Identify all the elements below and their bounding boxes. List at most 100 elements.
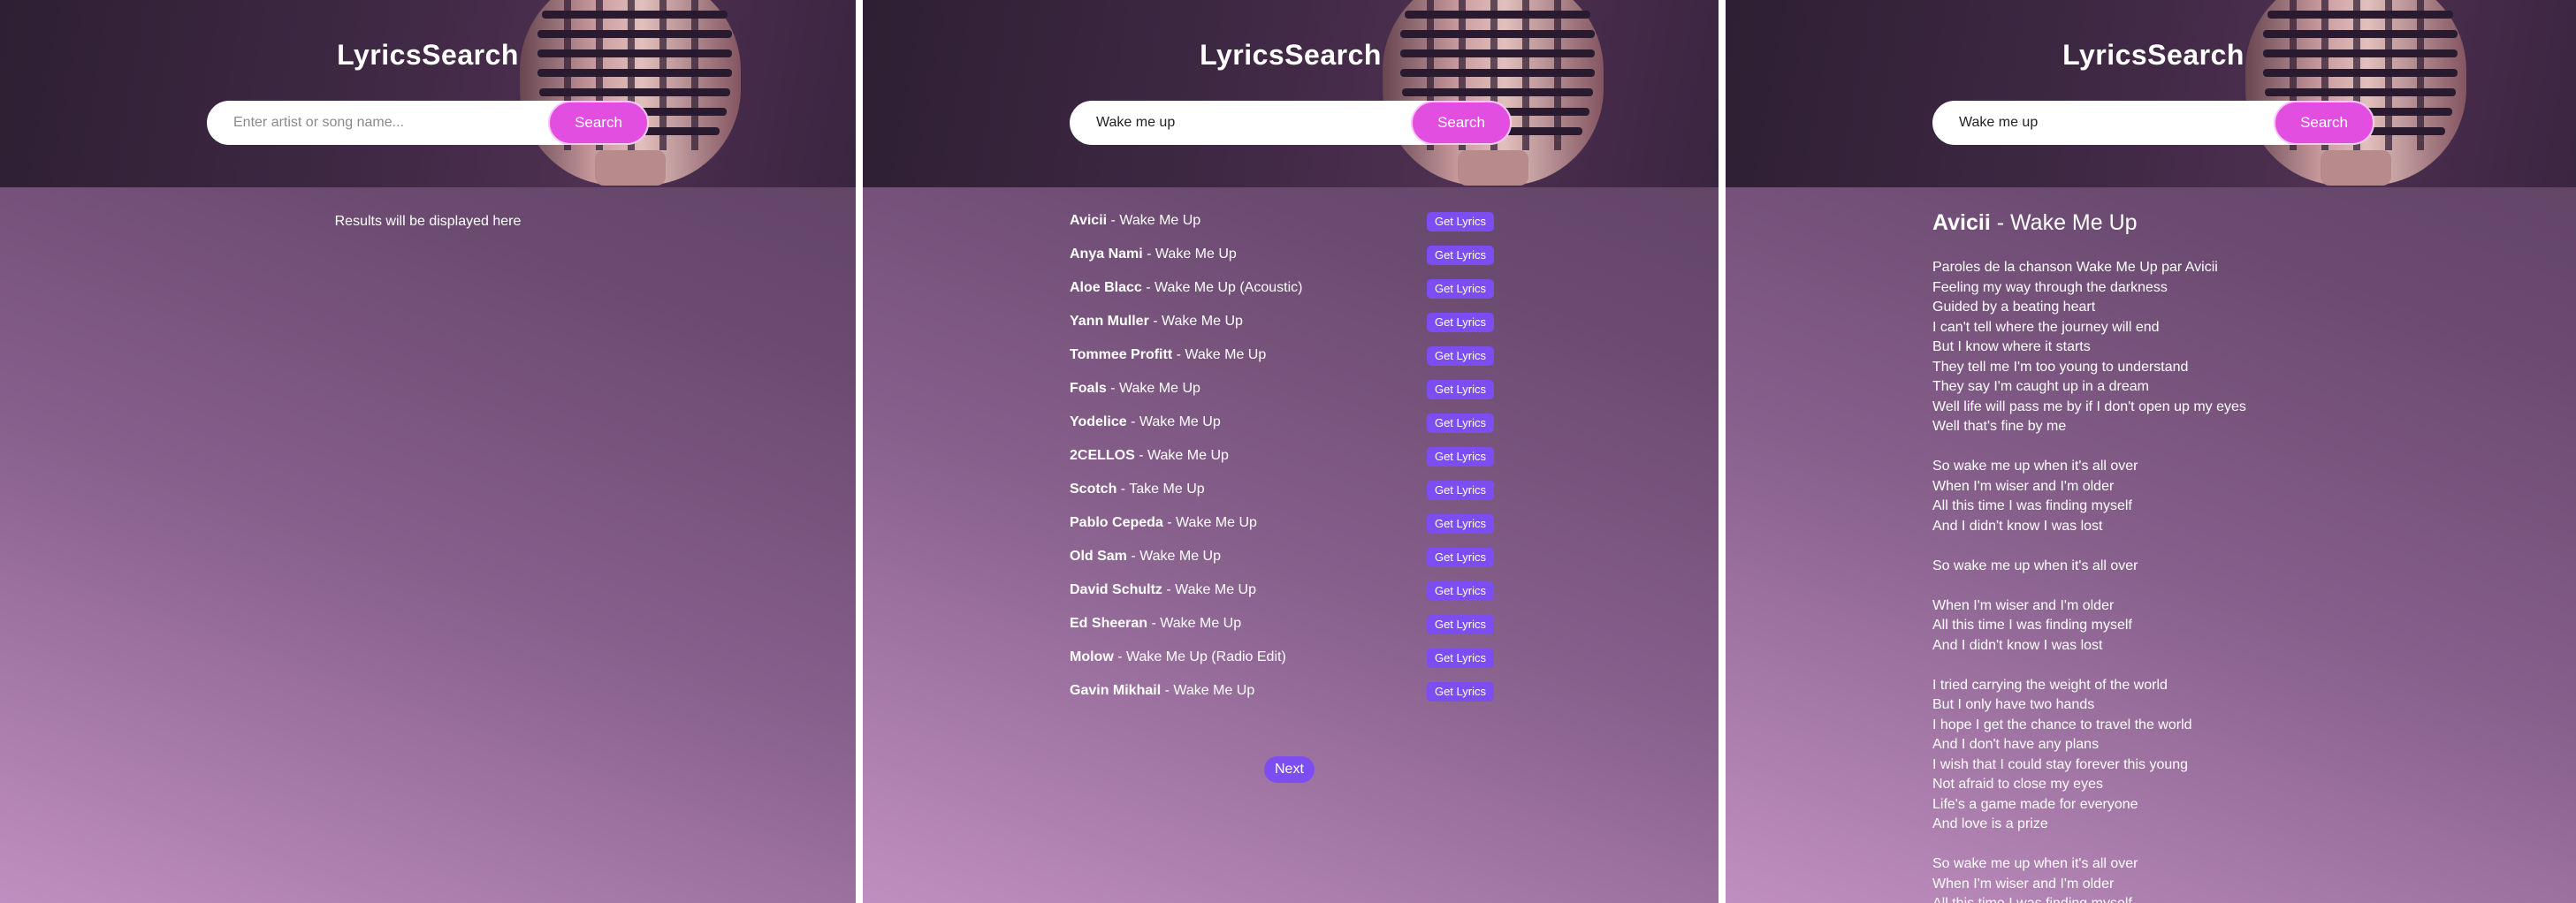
result-row: Gavin Mikhail - Wake Me Up Get Lyrics <box>1070 674 1494 708</box>
result-artist: Pablo Cepeda <box>1070 515 1163 530</box>
lyrics-artist: Avicii <box>1932 210 1991 235</box>
lyric-line: But I only have two hands <box>1932 697 2095 712</box>
stanza-break <box>1932 437 2498 458</box>
panel-search-results: LyricsSearch Search Avicii - Wake Me UpG… <box>863 0 1719 903</box>
get-lyrics-button[interactable]: Get Lyrics <box>1426 682 1494 702</box>
result-title: Wake Me Up <box>1155 247 1237 262</box>
lyrics-song-title: Wake Me Up <box>2010 210 2138 235</box>
result-artist: Foals <box>1070 381 1107 396</box>
lyric-line: I tried carrying the weight of the world <box>1932 677 2168 693</box>
get-lyrics-button[interactable]: Get Lyrics <box>1426 481 1494 500</box>
get-lyrics-button[interactable]: Get Lyrics <box>1426 212 1494 231</box>
result-row: Yodelice - Wake Me Up Get Lyrics <box>1070 406 1494 439</box>
lyric-line: Well life will pass me by if I don't ope… <box>1932 398 2246 414</box>
result-row: Yann Muller - Wake Me Up Get Lyrics <box>1070 305 1494 338</box>
search-button[interactable]: Search <box>2274 101 2374 145</box>
result-title: Wake Me Up <box>1160 616 1242 631</box>
lyric-line: All this time I was finding myself <box>1932 618 2132 633</box>
result-separator: - <box>1141 280 1155 295</box>
lyric-line: I can't tell where the journey will end <box>1932 319 2160 335</box>
header: LyricsSearch Search <box>0 0 856 187</box>
result-title: Wake Me Up <box>1147 448 1229 463</box>
lyric-line: When I'm wiser and I'm older <box>1932 478 2115 494</box>
lyric-line: Life's a game made for everyone <box>1932 796 2138 812</box>
result-row: Pablo Cepeda - Wake Me Up Get Lyrics <box>1070 506 1494 540</box>
lyric-line: And I don't have any plans <box>1932 737 2100 752</box>
panel-empty-state: LyricsSearch Search Results will be disp… <box>0 0 856 903</box>
lyric-line: So wake me up when it's all over <box>1932 558 2138 573</box>
lyric-line: All this time I was finding myself <box>1932 894 2498 903</box>
lyric-line: And I didn't know I was lost <box>1932 518 2103 534</box>
get-lyrics-button[interactable]: Get Lyrics <box>1426 581 1494 601</box>
result-artist: Molow <box>1070 649 1114 664</box>
get-lyrics-button[interactable]: Get Lyrics <box>1426 313 1494 332</box>
get-lyrics-button[interactable]: Get Lyrics <box>1426 447 1494 467</box>
lyrics-separator: - <box>1990 210 2010 235</box>
search-input[interactable] <box>207 101 552 145</box>
get-lyrics-button[interactable]: Get Lyrics <box>1426 615 1494 634</box>
result-row: Molow - Wake Me Up (Radio Edit) Get Lyric… <box>1070 641 1494 674</box>
result-separator: - <box>1142 247 1155 262</box>
stanza-break <box>1932 656 2498 676</box>
lyric-line: Paroles de la chanson Wake Me Up par Avi… <box>1932 260 2218 275</box>
result-title: Wake Me Up <box>1119 381 1200 396</box>
lyric-line: They tell me I'm too young to understand <box>1932 359 2189 375</box>
get-lyrics-button[interactable]: Get Lyrics <box>1426 548 1494 567</box>
result-separator: - <box>1148 314 1162 329</box>
get-lyrics-button[interactable]: Get Lyrics <box>1426 514 1494 534</box>
header: LyricsSearch Search <box>1726 0 2576 187</box>
get-lyrics-button[interactable]: Get Lyrics <box>1426 414 1494 433</box>
result-row: David Schultz - Wake Me Up Get Lyrics <box>1070 573 1494 607</box>
result-title: Wake Me Up <box>1185 347 1267 362</box>
lyric-line: And I didn't know I was lost <box>1932 637 2103 653</box>
panel-lyrics: LyricsSearch Search Avicii - Wake Me Up … <box>1726 0 2576 903</box>
get-lyrics-button[interactable]: Get Lyrics <box>1426 346 1494 366</box>
header: LyricsSearch Search <box>863 0 1719 187</box>
result-row: Foals - Wake Me Up Get Lyrics <box>1070 372 1494 406</box>
result-separator: - <box>1126 414 1139 429</box>
lyric-line: Not afraid to close my eyes <box>1932 777 2103 792</box>
result-separator: - <box>1117 482 1130 497</box>
result-title: Wake Me Up (Radio Edit) <box>1125 649 1286 664</box>
lyric-line: And love is a prize <box>1932 816 2048 831</box>
lyric-line: So wake me up when it's all over <box>1932 856 2138 871</box>
lyric-line: They say I'm caught up in a dream <box>1932 379 2149 394</box>
stanza-break <box>1932 576 2498 596</box>
app-title: LyricsSearch <box>2062 39 2244 71</box>
result-separator: - <box>1147 616 1161 631</box>
result-row: Avicii - Wake Me Up Get Lyrics <box>1070 204 1494 238</box>
search-input[interactable] <box>1932 101 2277 145</box>
result-artist: Gavin Mikhail <box>1070 683 1162 698</box>
app-title: LyricsSearch <box>1200 39 1382 71</box>
search-input[interactable] <box>1070 101 1414 145</box>
result-artist: Avicii <box>1070 213 1108 228</box>
lyrics-body: Paroles de la chanson Wake Me Up par Avi… <box>1932 258 2498 903</box>
lyric-line: Well that's fine by me <box>1932 419 2067 434</box>
get-lyrics-button[interactable]: Get Lyrics <box>1426 279 1494 299</box>
result-separator: - <box>1162 515 1177 530</box>
result-row: Aloe Blacc - Wake Me Up (Acoustic) Get Ly… <box>1070 271 1494 305</box>
result-separator: - <box>1107 213 1120 228</box>
search-button[interactable]: Search <box>1411 101 1512 145</box>
result-separator: - <box>1161 683 1174 698</box>
get-lyrics-button[interactable]: Get Lyrics <box>1426 380 1494 399</box>
result-separator: - <box>1126 549 1140 564</box>
lyric-line: Feeling my way through the darkness <box>1932 279 2168 295</box>
results-list: Avicii - Wake Me Up Get Lyrics Anya Nami -… <box>1070 204 1494 708</box>
result-row: Anya Nami - Wake Me Up Get Lyrics <box>1070 238 1494 271</box>
next-button[interactable]: Next <box>1264 756 1315 783</box>
result-row: Scotch - Take Me Up Get Lyrics <box>1070 473 1494 506</box>
search-bar: Search <box>1070 101 1512 145</box>
get-lyrics-button[interactable]: Get Lyrics <box>1426 246 1494 265</box>
search-button[interactable]: Search <box>548 101 649 145</box>
result-separator: - <box>1172 347 1185 362</box>
result-title: Wake Me Up <box>1173 683 1255 698</box>
lyric-line: But I know where it starts <box>1932 339 2091 354</box>
result-title: Wake Me Up (Acoustic) <box>1155 280 1303 295</box>
app-title: LyricsSearch <box>337 39 519 71</box>
result-row: 2CELLOS - Wake Me Up Get Lyrics <box>1070 439 1494 473</box>
search-bar: Search <box>207 101 649 145</box>
lyric-line: When I'm wiser and I'm older <box>1932 597 2115 613</box>
result-title: Wake Me Up <box>1176 515 1257 530</box>
get-lyrics-button[interactable]: Get Lyrics <box>1426 649 1494 668</box>
